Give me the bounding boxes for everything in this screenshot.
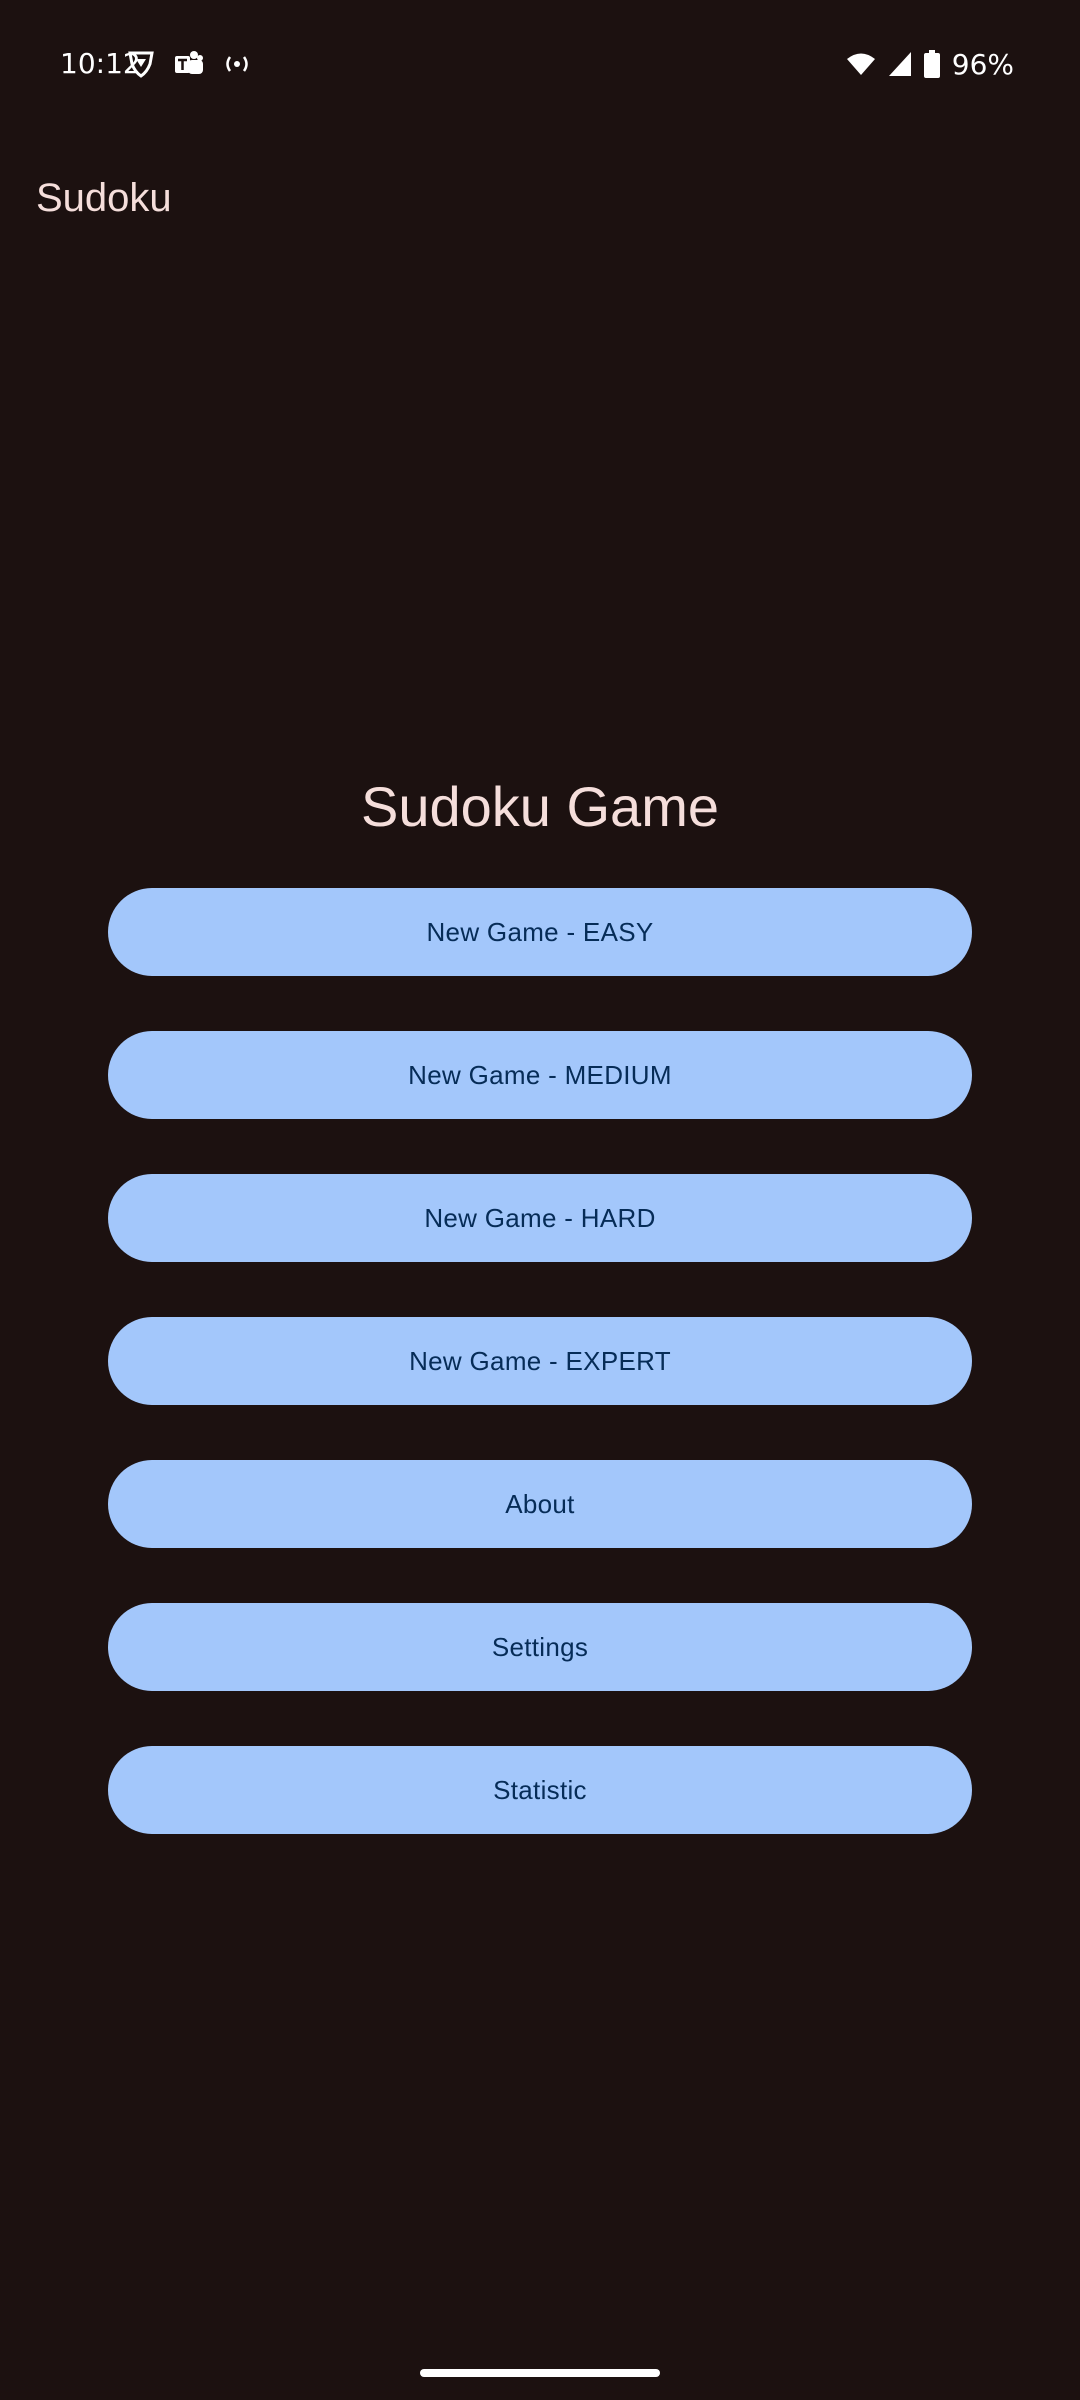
- statistic-button[interactable]: Statistic: [108, 1746, 972, 1834]
- new-game-hard-button[interactable]: New Game - HARD: [108, 1174, 972, 1262]
- app-bar-title: Sudoku: [36, 176, 172, 220]
- hotspot-icon: [224, 54, 250, 74]
- vpn-shield-icon: [128, 50, 154, 78]
- new-game-expert-button[interactable]: New Game - EXPERT: [108, 1317, 972, 1405]
- main-menu: New Game - EASY New Game - MEDIUM New Ga…: [108, 888, 972, 1889]
- status-notification-icons: [128, 48, 250, 80]
- home-gesture-bar[interactable]: [420, 2369, 660, 2377]
- new-game-medium-button[interactable]: New Game - MEDIUM: [108, 1031, 972, 1119]
- battery-percentage: 96%: [951, 47, 1014, 81]
- battery-icon: [923, 50, 940, 78]
- settings-button[interactable]: Settings: [108, 1603, 972, 1691]
- page-title: Sudoku Game: [361, 775, 719, 838]
- sudoku-home-screen: 10:12 96% Sudoku Sudoku Game New Game - …: [0, 0, 1080, 2400]
- status-system-icons: 96%: [846, 44, 1014, 84]
- cell-signal-icon: [888, 51, 912, 77]
- new-game-easy-button[interactable]: New Game - EASY: [108, 888, 972, 976]
- about-button[interactable]: About: [108, 1460, 972, 1548]
- teams-icon: [174, 50, 204, 78]
- status-bar: 10:12 96%: [0, 0, 1080, 128]
- wifi-icon: [846, 52, 876, 76]
